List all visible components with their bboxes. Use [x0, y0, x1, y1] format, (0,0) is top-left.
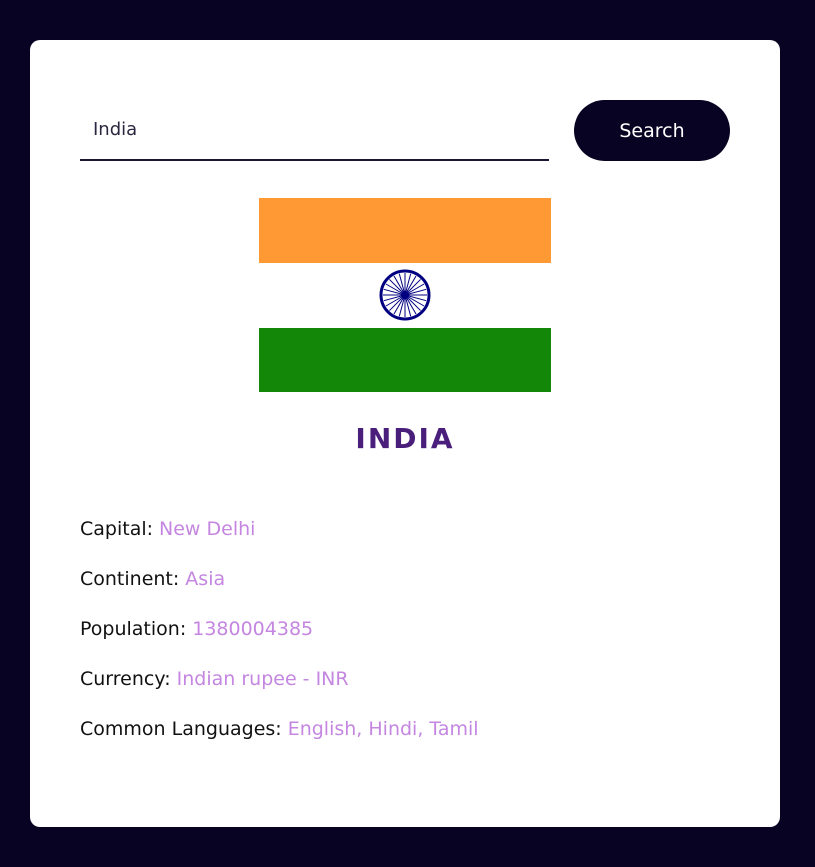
fact-capital: Capital: New Delhi — [80, 518, 479, 568]
fact-value: Indian rupee - INR — [176, 668, 349, 690]
fact-languages: Common Languages: English, Hindi, Tamil — [80, 718, 479, 768]
search-row: Search — [80, 100, 730, 162]
fact-value: 1380004385 — [192, 618, 314, 640]
search-button[interactable]: Search — [574, 100, 730, 161]
fact-label: Population: — [80, 618, 187, 640]
fact-label: Currency: — [80, 668, 171, 690]
fact-value: English, Hindi, Tamil — [287, 718, 479, 740]
fact-value: Asia — [185, 568, 226, 590]
country-card: Search INDIA Capital:New Delhi Continent… — [30, 40, 780, 827]
country-facts: Capital: New Delhi Continent: Asia Populat… — [80, 518, 479, 768]
fact-currency: Currency: Indian rupee - INR — [80, 668, 479, 718]
ashoka-chakra-icon — [379, 269, 431, 321]
fact-label: Common Languages: — [80, 718, 282, 740]
country-search-input[interactable] — [80, 100, 549, 161]
country-name: INDIA — [355, 422, 455, 455]
flag-green-stripe — [259, 328, 551, 392]
fact-label: Capital: — [80, 518, 154, 540]
flag-saffron-stripe — [259, 198, 551, 263]
fact-continent: Continent: Asia — [80, 568, 479, 618]
country-flag — [259, 198, 551, 392]
fact-value: New Delhi — [159, 518, 256, 540]
fact-label: Continent: — [80, 568, 180, 590]
fact-population: Population: 1380004385 — [80, 618, 479, 668]
